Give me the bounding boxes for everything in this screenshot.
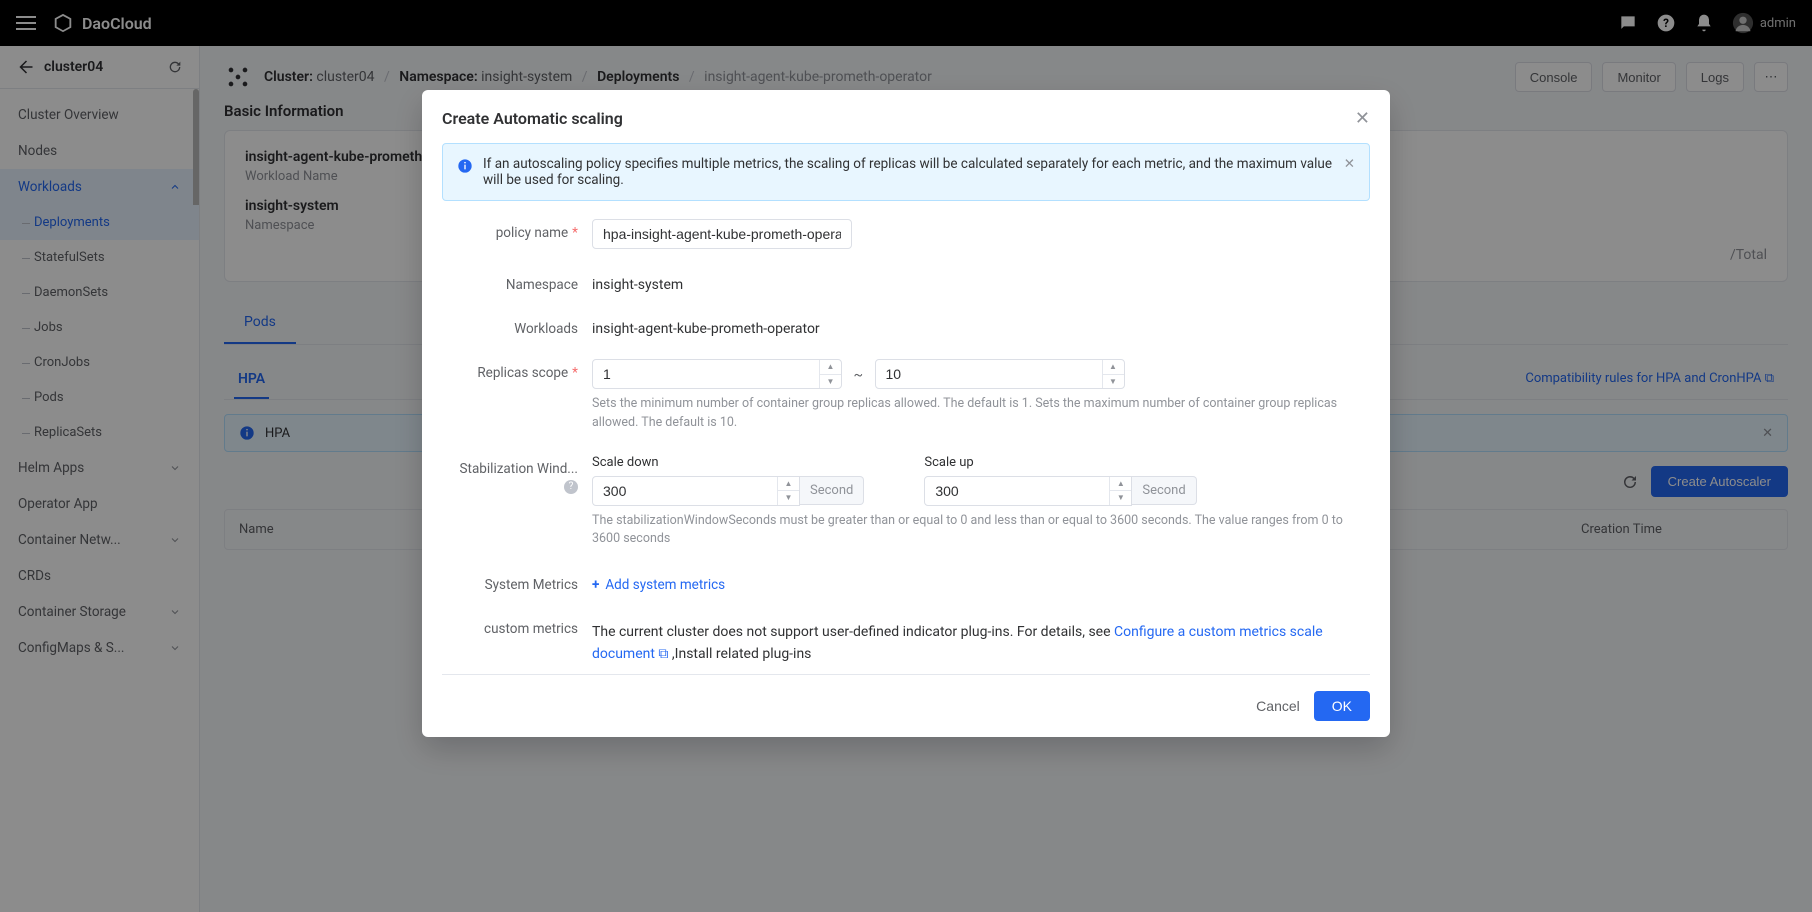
scale-up-spinner[interactable]: ▲▼ bbox=[1109, 477, 1131, 505]
help-icon[interactable]: ? bbox=[564, 480, 578, 494]
label-system-metrics: System Metrics bbox=[442, 571, 592, 593]
label-workloads: Workloads bbox=[442, 315, 592, 337]
stab-hint: The stabilizationWindowSeconds must be g… bbox=[592, 512, 1370, 550]
label-replicas: Replicas scope* bbox=[442, 359, 592, 381]
replicas-min-input[interactable] bbox=[592, 359, 842, 389]
label-stabilization: Stabilization Wind... ? bbox=[442, 455, 592, 494]
scale-up-label: Scale up bbox=[924, 455, 1226, 470]
replicas-max-input[interactable] bbox=[875, 359, 1125, 389]
add-system-metrics-link[interactable]: + Add system metrics bbox=[592, 577, 725, 593]
min-spinner[interactable]: ▲▼ bbox=[819, 360, 841, 388]
max-spinner[interactable]: ▲▼ bbox=[1102, 360, 1124, 388]
namespace-static: insight-system bbox=[592, 271, 1370, 293]
label-namespace: Namespace bbox=[442, 271, 592, 293]
cancel-button[interactable]: Cancel bbox=[1256, 698, 1300, 714]
label-policy-name: policy name* bbox=[442, 219, 592, 241]
ok-button[interactable]: OK bbox=[1314, 691, 1370, 721]
create-hpa-modal: Create Automatic scaling ✕ If an autosca… bbox=[422, 90, 1390, 737]
replicas-hint: Sets the minimum number of container gro… bbox=[592, 395, 1370, 433]
unit-second: Second bbox=[1132, 476, 1196, 505]
policy-name-input[interactable] bbox=[592, 219, 852, 249]
unit-second: Second bbox=[800, 476, 864, 505]
modal-overlay[interactable]: Create Automatic scaling ✕ If an autosca… bbox=[0, 0, 1812, 912]
scale-down-label: Scale down bbox=[592, 455, 894, 470]
workloads-static: insight-agent-kube-prometh-operator bbox=[592, 315, 1370, 337]
scale-down-input[interactable] bbox=[592, 476, 800, 506]
scale-down-spinner[interactable]: ▲▼ bbox=[777, 477, 799, 505]
scale-up-input[interactable] bbox=[924, 476, 1132, 506]
modal-info-banner: If an autoscaling policy specifies multi… bbox=[442, 143, 1370, 201]
label-custom-metrics: custom metrics bbox=[442, 615, 592, 637]
modal-title: Create Automatic scaling bbox=[442, 109, 623, 128]
info-icon bbox=[457, 158, 473, 174]
modal-close-button[interactable]: ✕ bbox=[1355, 108, 1370, 129]
modal-info-close[interactable]: ✕ bbox=[1344, 156, 1355, 172]
